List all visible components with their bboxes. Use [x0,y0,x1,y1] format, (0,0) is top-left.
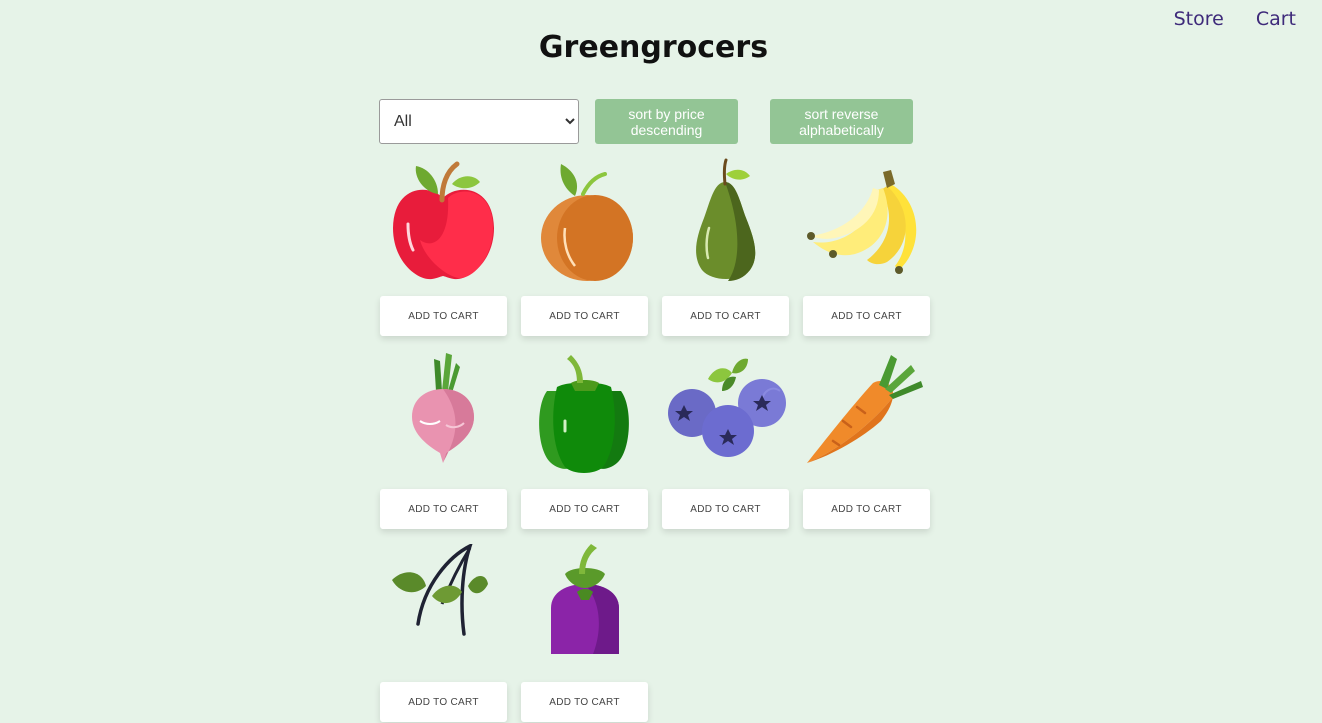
page-title: Greengrocers [538,30,769,65]
sort-alpha-button[interactable]: sort reverse alphabetically [770,99,913,144]
nav-cart-link[interactable]: Cart [1256,8,1296,30]
product-card: ADD TO CART [803,158,930,337]
apricot-icon [521,158,648,284]
top-nav: Store Cart [1174,8,1296,30]
category-filter-select[interactable]: All [379,99,579,144]
product-card: ADD TO CART [521,351,648,530]
leaves-icon [380,544,507,670]
banana-icon [803,158,930,284]
product-card: ADD TO CART [380,544,507,723]
blueberry-icon [662,351,789,477]
add-to-cart-button[interactable]: ADD TO CART [662,296,789,336]
add-to-cart-button[interactable]: ADD TO CART [803,296,930,336]
product-card: ADD TO CART [380,351,507,530]
green-pepper-icon [521,351,648,477]
product-grid: ADD TO CART ADD TO CART ADD TO CART ADD … [380,158,940,723]
product-card: ADD TO CART [803,351,930,530]
product-card: ADD TO CART [662,158,789,337]
product-card: ADD TO CART [380,158,507,337]
carrot-icon [803,351,930,477]
nav-store-link[interactable]: Store [1174,8,1224,30]
add-to-cart-button[interactable]: ADD TO CART [521,296,648,336]
add-to-cart-button[interactable]: ADD TO CART [803,489,930,529]
sort-price-button[interactable]: sort by price descending [595,99,738,144]
add-to-cart-button[interactable]: ADD TO CART [380,489,507,529]
add-to-cart-button[interactable]: ADD TO CART [380,682,507,722]
avocado-icon [662,158,789,284]
add-to-cart-button[interactable]: ADD TO CART [380,296,507,336]
radish-icon [380,351,507,477]
add-to-cart-button[interactable]: ADD TO CART [521,682,648,722]
product-card: ADD TO CART [521,158,648,337]
product-card: ADD TO CART [521,544,648,723]
eggplant-icon [521,544,648,670]
apple-icon [380,158,507,284]
add-to-cart-button[interactable]: ADD TO CART [521,489,648,529]
product-card: ADD TO CART [662,351,789,530]
add-to-cart-button[interactable]: ADD TO CART [662,489,789,529]
